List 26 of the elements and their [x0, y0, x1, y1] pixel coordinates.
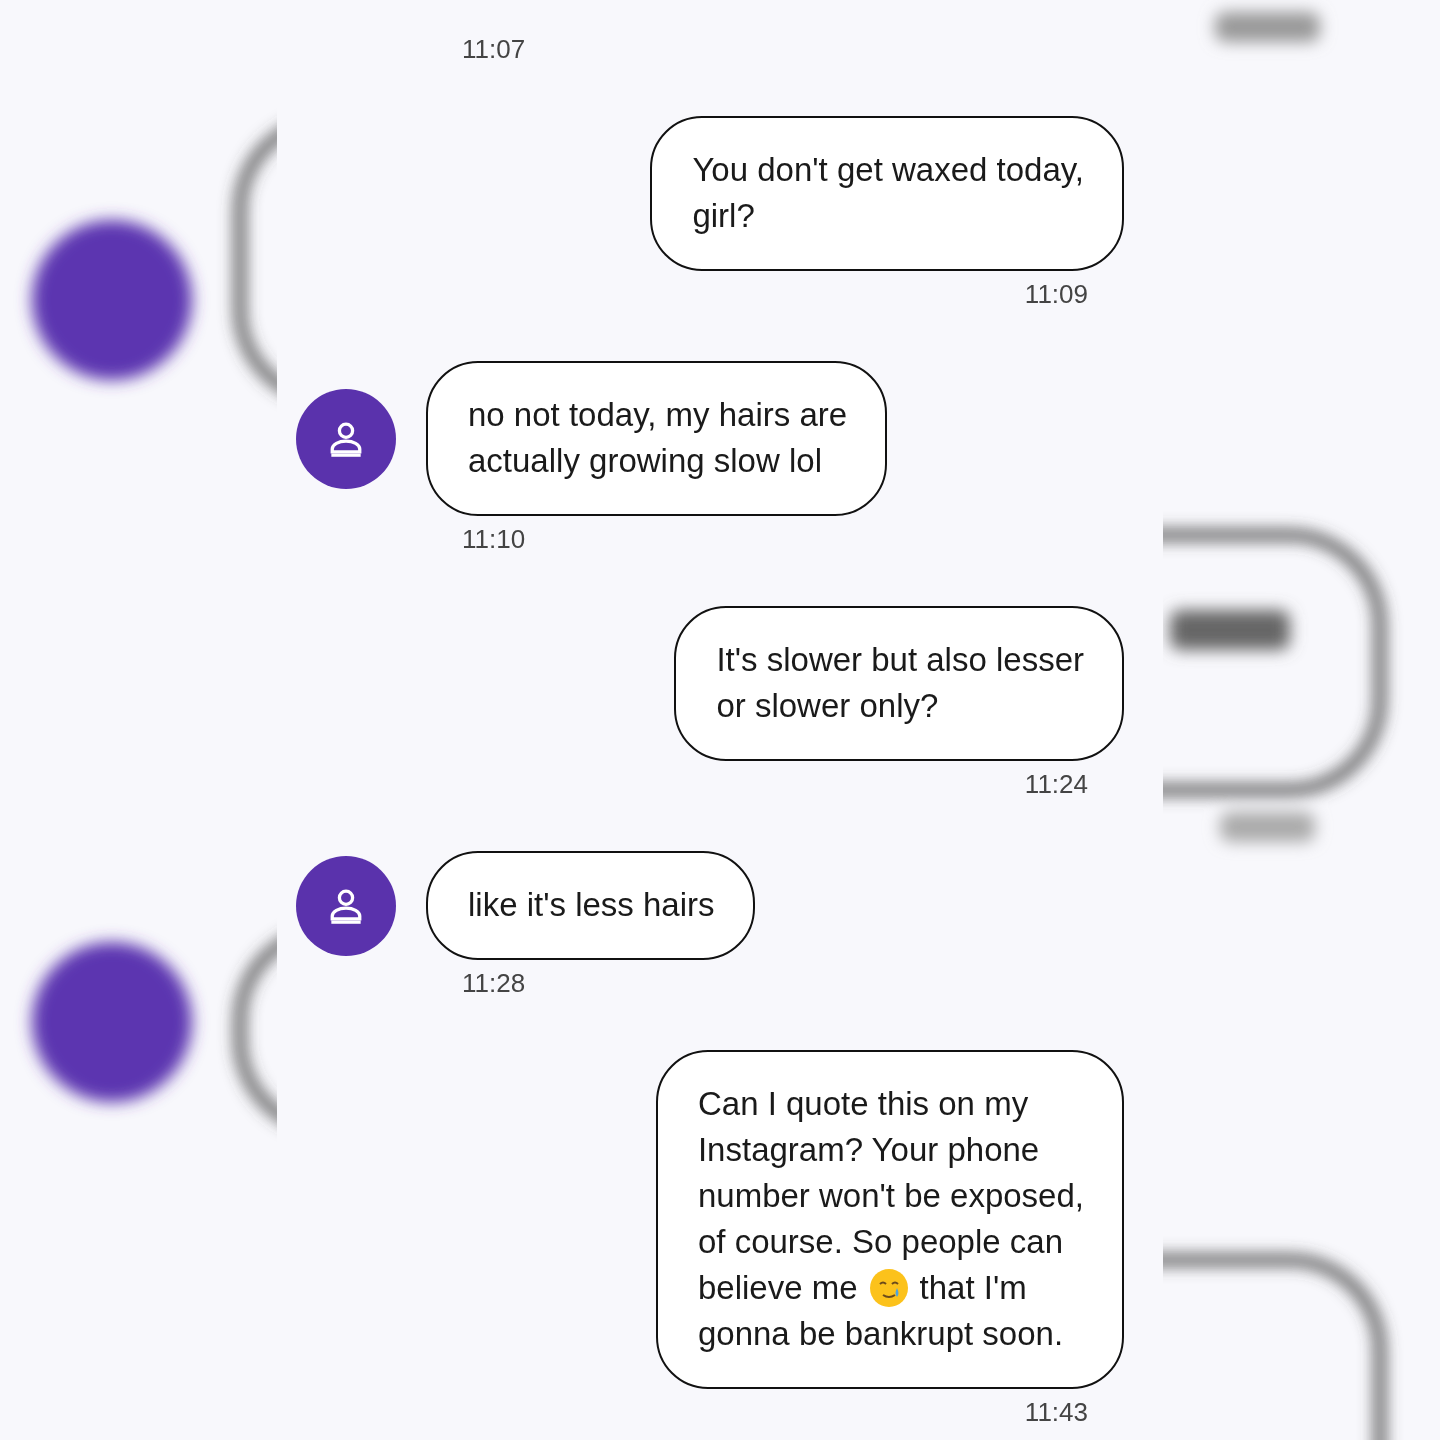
timestamp: 11:09	[1024, 279, 1088, 309]
message-text: gonna be bankrupt soon.	[697, 1314, 1064, 1354]
timestamp: 11:24	[1024, 769, 1088, 799]
message-text: or slower only?	[716, 686, 939, 726]
message-text: It's slower but also lesser	[716, 640, 1084, 680]
message-text: no not today, my hairs are	[468, 395, 848, 435]
timestamp: 11:10	[462, 524, 526, 554]
message-text: number won't be exposed,	[697, 1176, 1084, 1216]
message-text: Can I quote this on my	[697, 1084, 1029, 1124]
message-bubble[interactable]: Can I quote this on my Instagram? Your phone number won't be exposed, of course. So people can believe me that I'm gonna be bankrupt soon.	[655, 1050, 1124, 1389]
smiling-face-with-tear-icon	[867, 1267, 910, 1309]
timestamp: 11:28	[462, 968, 526, 998]
message-text: of course. So people can	[697, 1222, 1064, 1262]
message-text: actually growing slow lol	[468, 441, 822, 481]
message-text: like it's less hairs	[468, 885, 715, 925]
message-text: Instagram? Your phone	[697, 1130, 1040, 1170]
message-bubble[interactable]: no not today, my hairs are actually growing slow lol	[426, 361, 888, 516]
message-text: believe me	[697, 1268, 858, 1308]
timestamp: 11:07	[461, 33, 527, 64]
message-text: girl?	[692, 196, 755, 236]
timestamp: 11:43	[1024, 1397, 1088, 1427]
message-text: that I'm	[919, 1268, 1027, 1308]
message-text: You don't get waxed today,	[692, 150, 1084, 190]
message-bubble[interactable]: You don't get waxed today, girl?	[650, 116, 1124, 271]
message-bubble[interactable]: It's slower but also lesser or slower only?	[674, 606, 1124, 761]
message-bubble[interactable]: like it's less hairs	[426, 851, 755, 960]
